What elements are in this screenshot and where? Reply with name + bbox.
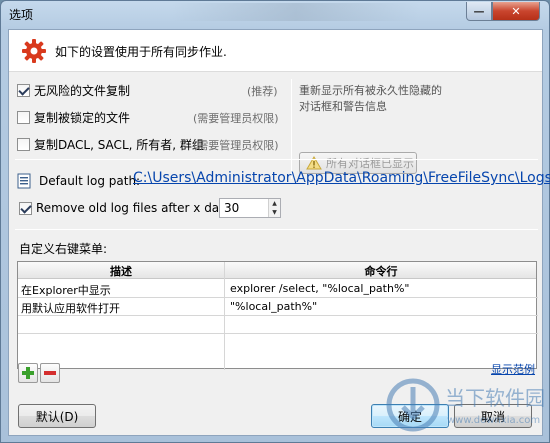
watermark-text: 当下软件园: [445, 386, 545, 410]
title-bar-background: [171, 3, 421, 21]
log-list-icon: [17, 173, 31, 189]
restore-line-1: 重新显示所有被永久性隐藏的: [299, 84, 442, 97]
safe-copy-checkbox[interactable]: [17, 83, 30, 97]
minimize-button[interactable]: —: [466, 2, 492, 21]
restore-dialogs-info: 重新显示所有被永久性隐藏的 对话框和警告信息: [299, 83, 499, 115]
header-band: 如下的设置使用于所有同步作业.: [9, 30, 542, 72]
plus-icon: [22, 367, 34, 379]
option-row-safe-copy[interactable]: 无风险的文件复制: [17, 81, 130, 99]
spin-up-icon[interactable]: ▲: [269, 199, 280, 208]
row-2-command[interactable]: "%local_path%": [230, 300, 317, 313]
option-row-copy-acl[interactable]: 复制DACL, SACL, 所有者, 群组: [17, 135, 204, 153]
copy-locked-checkbox[interactable]: [17, 110, 30, 124]
row-2-description[interactable]: 用默认应用软件打开: [21, 300, 120, 316]
vertical-divider: [291, 79, 292, 179]
row-divider: [18, 333, 538, 334]
copy-acl-hint: (需要管理员权限): [193, 139, 279, 152]
safe-copy-hint: (推荐): [247, 85, 278, 98]
divider-top: [15, 159, 538, 160]
copy-acl-checkbox[interactable]: [17, 137, 30, 151]
context-menu-label: 自定义右键菜单:: [19, 242, 108, 256]
log-path-row: Default log path:: [17, 172, 140, 190]
restore-line-2: 对话框和警告信息: [299, 100, 387, 113]
context-menu-grid[interactable]: 描述 命令行 在Explorer中显示 explorer /select, "%…: [17, 261, 538, 370]
copy-locked-hint: (需要管理员权限): [193, 112, 279, 125]
copy-locked-label: 复制被锁定的文件: [34, 110, 131, 125]
column-header-description[interactable]: 描述: [18, 263, 224, 279]
remove-old-logs-row[interactable]: Remove old log files after x days:: [19, 201, 237, 215]
remove-old-logs-checkbox[interactable]: [19, 201, 32, 215]
grid-header: 描述 命令行: [18, 262, 536, 279]
minus-icon: [44, 371, 56, 375]
spinner-arrows[interactable]: ▲ ▼: [268, 199, 280, 217]
remove-row-button[interactable]: [40, 363, 60, 383]
option-row-copy-locked[interactable]: 复制被锁定的文件: [17, 108, 130, 126]
watermark-logo: 当下软件园 www.downxia.com: [386, 378, 545, 432]
title-bar[interactable]: 选项 — ✕: [1, 1, 549, 29]
gear-icon: [22, 39, 46, 63]
restore-dialogs-label: 所有对话框已显示: [326, 157, 414, 170]
row-1-description[interactable]: 在Explorer中显示: [21, 282, 111, 298]
default-button[interactable]: 默认(D): [18, 404, 96, 428]
options-window: 选项 — ✕ 如下的设置使用于所有同步作业. 无风险的文件复制 (推荐) 复制被…: [0, 0, 550, 443]
header-text: 如下的设置使用于所有同步作业.: [55, 45, 227, 59]
divider-middle: [15, 229, 538, 230]
log-path-link[interactable]: C:\Users\Administrator\AppData\Roaming\F…: [133, 170, 550, 186]
watermark-url: www.downxia.com: [447, 415, 540, 426]
column-header-command[interactable]: 命令行: [225, 263, 537, 279]
add-row-button[interactable]: [18, 363, 38, 383]
days-value: 30: [224, 201, 240, 215]
copy-acl-label: 复制DACL, SACL, 所有者, 群组: [34, 137, 204, 152]
remove-old-logs-label: Remove old log files after x days:: [36, 201, 237, 215]
log-path-label: Default log path:: [39, 174, 141, 188]
days-spinner[interactable]: 30 ▲ ▼: [219, 198, 281, 218]
safe-copy-label: 无风险的文件复制: [34, 83, 131, 98]
window-title: 选项: [9, 8, 34, 22]
row-1-command[interactable]: explorer /select, "%local_path%": [230, 282, 409, 295]
spin-down-icon[interactable]: ▼: [269, 208, 280, 217]
column-divider: [224, 262, 225, 370]
close-button[interactable]: ✕: [492, 2, 540, 21]
